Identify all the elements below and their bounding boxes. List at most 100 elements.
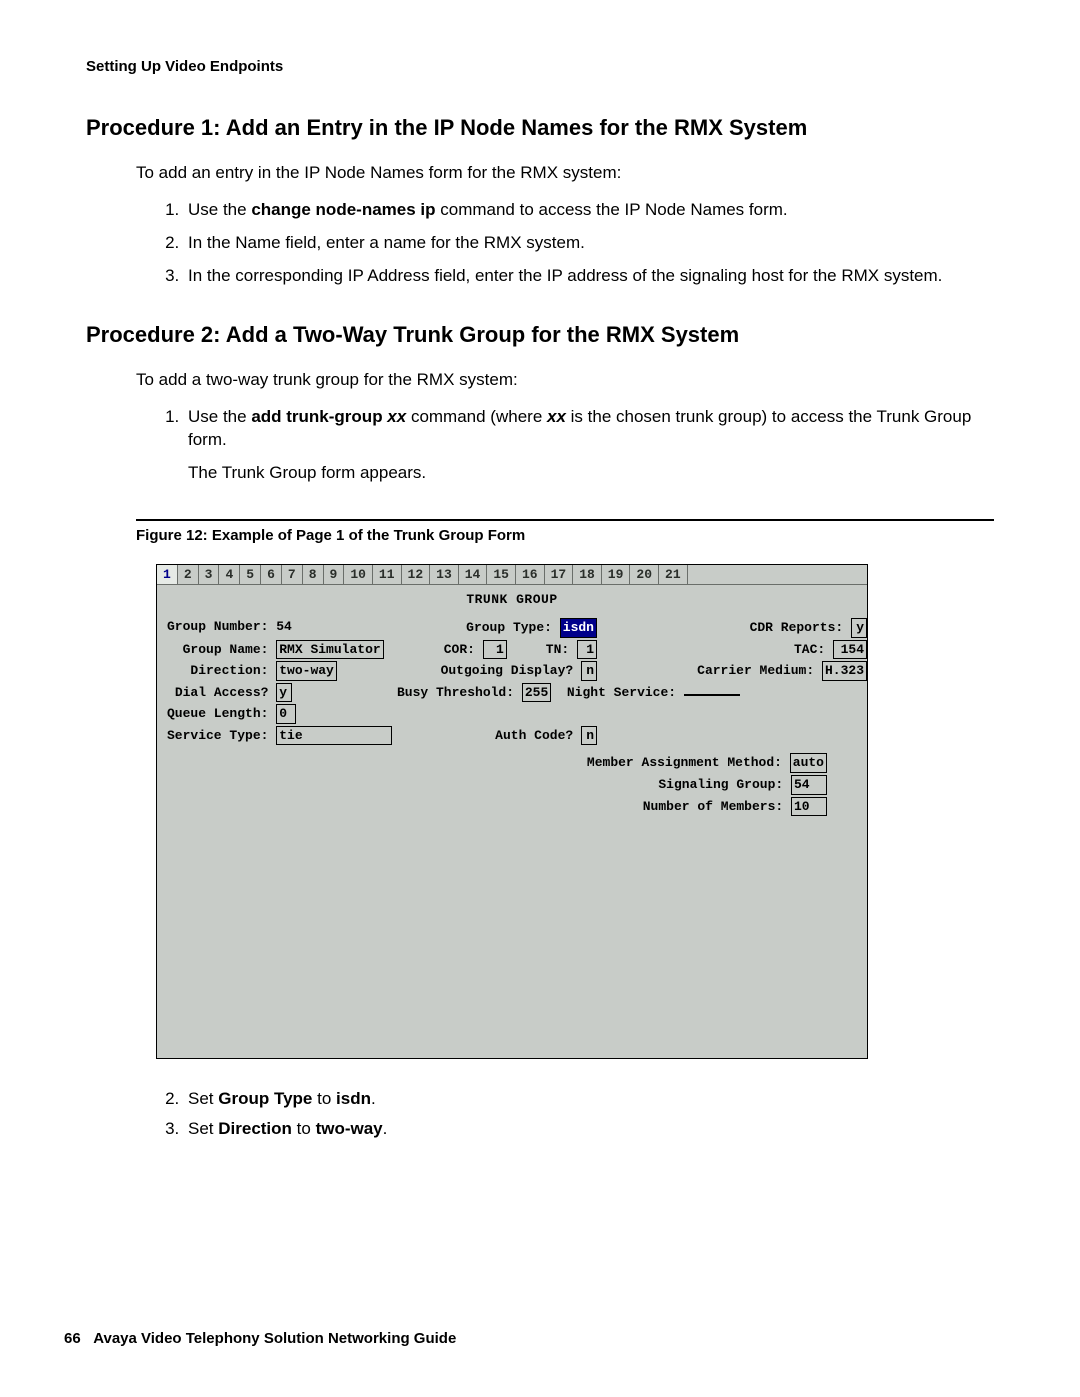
label: Number of Members: [643,799,783,814]
label: Member Assignment Method: [587,755,782,770]
tab-12[interactable]: 12 [402,565,431,584]
field-carrier-medium: Carrier Medium: H.323 [637,661,867,681]
command-text: add trunk-group [251,407,387,426]
procedure2-intro: To add a two-way trunk group for the RMX… [136,370,994,390]
field-group-name: Group Name: RMX Simulator [167,640,397,660]
tab-11[interactable]: 11 [373,565,402,584]
tab-3[interactable]: 3 [199,565,220,584]
text: command (where [406,407,547,426]
text: Set [188,1119,218,1138]
text: The Trunk Group form appears. [188,462,994,485]
procedure2-steps-cont: Set Group Type to isdn. Set Direction to… [156,1089,994,1139]
value[interactable]: 1 [577,640,597,660]
field-signaling-group: Signaling Group: 54 [167,775,827,795]
tab-10[interactable]: 10 [344,565,373,584]
label: Queue Length: [167,706,268,721]
placeholder-text: xx [387,407,406,426]
figure-caption: Figure 12: Example of Page 1 of the Trun… [136,527,994,544]
list-item: Use the add trunk-group xx command (wher… [184,406,994,485]
field-group-number: Group Number: 54 [167,618,397,638]
value[interactable]: two-way [276,661,337,681]
label: TN: [546,642,569,657]
tab-4[interactable]: 4 [219,565,240,584]
label: COR: [444,642,475,657]
list-item: In the corresponding IP Address field, e… [184,265,994,288]
tab-17[interactable]: 17 [545,565,574,584]
value[interactable]: 1 [483,640,507,660]
value[interactable]: isdn [560,618,597,638]
tab-18[interactable]: 18 [573,565,602,584]
field-cor-tn: COR: 1 TN: 1 [397,640,637,660]
tab-13[interactable]: 13 [430,565,459,584]
value[interactable]: RMX Simulator [276,640,383,660]
value[interactable]: n [581,726,597,746]
text: Use the [188,407,251,426]
value[interactable]: tie [276,726,392,746]
field-queue-length: Queue Length: 0 [167,704,397,724]
field-cdr-reports: CDR Reports: y [637,618,867,638]
text: Use the [188,200,251,219]
field-auth-code: Auth Code? n [397,726,637,746]
label: Service Type: [167,728,268,743]
label: Auth Code? [495,728,573,743]
field-value: isdn [336,1089,371,1108]
list-item: In the Name field, enter a name for the … [184,232,994,255]
label: TAC: [794,642,825,657]
terminal-screenshot: 1 2 3 4 5 6 7 8 9 10 11 12 13 14 15 16 1… [156,564,868,1059]
figure-block: Figure 12: Example of Page 1 of the Trun… [136,519,994,1059]
procedure2-title: Procedure 2: Add a Two-Way Trunk Group f… [86,322,994,348]
tab-16[interactable]: 16 [516,565,545,584]
tab-20[interactable]: 20 [630,565,659,584]
form-grid: Group Number: 54 Group Type: isdn CDR Re… [167,618,857,745]
value[interactable]: y [276,683,292,703]
field-member-assignment: Member Assignment Method: auto [167,753,827,773]
value[interactable]: y [851,618,867,638]
member-block: Member Assignment Method: auto Signaling… [167,753,857,816]
value[interactable]: 10 [791,797,827,817]
value[interactable]: n [581,661,597,681]
value: 54 [276,619,292,634]
label: Busy Threshold: [397,685,514,700]
page-footer: 66 Avaya Video Telephony Solution Networ… [64,1330,456,1347]
tab-6[interactable]: 6 [261,565,282,584]
tab-8[interactable]: 8 [303,565,324,584]
figure-rule [136,519,994,521]
text: to [292,1119,316,1138]
label: Dial Access? [175,685,269,700]
tab-9[interactable]: 9 [324,565,345,584]
list-item: Set Direction to two-way. [184,1119,994,1139]
document-page: Setting Up Video Endpoints Procedure 1: … [0,0,1080,1397]
tab-1[interactable]: 1 [157,565,178,584]
tab-14[interactable]: 14 [459,565,488,584]
tab-5[interactable]: 5 [240,565,261,584]
field-number-members: Number of Members: 10 [167,797,827,817]
value[interactable]: 255 [522,683,551,703]
text: Set [188,1089,218,1108]
field-value: two-way [316,1119,383,1138]
field-busy-threshold: Busy Threshold: 255 Night Service: [397,683,637,703]
tab-15[interactable]: 15 [487,565,516,584]
value[interactable]: 54 [791,775,827,795]
form-title: TRUNK GROUP [167,591,857,609]
tab-19[interactable]: 19 [602,565,631,584]
doc-title: Avaya Video Telephony Solution Networkin… [93,1330,456,1347]
label: Signaling Group: [658,777,783,792]
label: Direction: [190,663,268,678]
value[interactable]: H.323 [822,661,867,681]
list-item: Set Group Type to isdn. [184,1089,994,1109]
tab-21[interactable]: 21 [659,565,688,584]
value[interactable]: 154 [833,640,867,660]
page-number: 66 [64,1330,81,1347]
value[interactable]: 0 [276,704,296,724]
tab-7[interactable]: 7 [282,565,303,584]
tab-2[interactable]: 2 [178,565,199,584]
field-name: Direction [218,1119,292,1138]
label: CDR Reports: [750,620,844,635]
field-group-type: Group Type: isdn [397,618,637,638]
procedure1-steps: Use the change node-names ip command to … [156,199,994,288]
tab-bar: 1 2 3 4 5 6 7 8 9 10 11 12 13 14 15 16 1… [157,565,867,585]
placeholder-text: xx [547,407,566,426]
value[interactable]: auto [790,753,827,773]
procedure1-title: Procedure 1: Add an Entry in the IP Node… [86,115,994,141]
field-service-type: Service Type: tie [167,726,397,746]
